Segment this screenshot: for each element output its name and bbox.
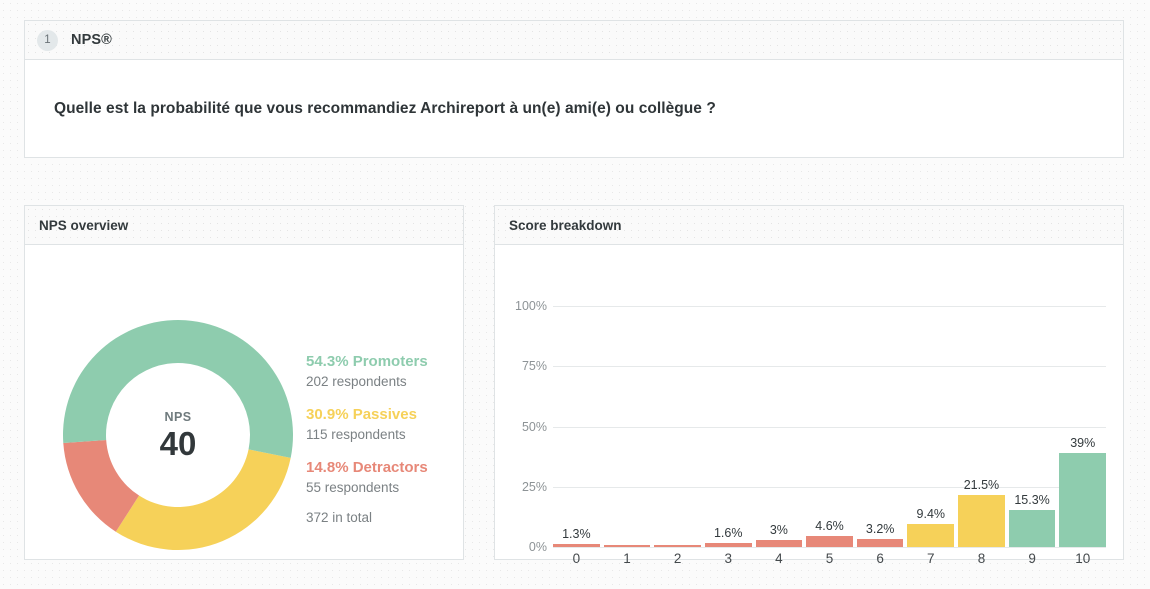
bar-column: 3%: [755, 306, 803, 547]
bar-score-10[interactable]: [1059, 453, 1107, 547]
bar-column: 9.4%: [907, 306, 955, 547]
x-axis: 0 1 2 3 4 5 6 7 8 9 10: [553, 551, 1106, 566]
bar-column: 39%: [1059, 306, 1107, 547]
y-axis: 0% 25% 50% 75% 100%: [503, 299, 547, 554]
bar-plot-area: 1.3% 1.6% 3% 4.6% 3.2% 9.4% 21.5% 15.3% 39%: [553, 306, 1107, 547]
bar-value-label: 3.2%: [865, 522, 895, 537]
bar-score-5[interactable]: [806, 535, 853, 547]
bar-score-6[interactable]: [856, 539, 904, 547]
legend-detractors-respondents: 55 respondents: [306, 479, 400, 495]
donut-slice-passives[interactable]: [115, 449, 291, 550]
y-axis-tick: 100%: [515, 299, 547, 313]
bar-column: 21.5%: [958, 306, 1005, 547]
legend-item-promoters: 54.3% Promoters 202 respondents: [306, 352, 456, 392]
question-number-badge: 1: [37, 29, 58, 51]
question-type-label: NPS®: [71, 32, 112, 48]
x-axis-tick: 2: [673, 551, 682, 566]
score-breakdown-body: 0% 25% 50% 75% 100% 1.3% 1.6% 3% 4.6% 3.2% 9.4% 21…: [495, 245, 1123, 566]
y-axis-tick: 0%: [528, 540, 547, 554]
nps-donut-svg: [63, 320, 293, 550]
nps-overview-title: NPS overview: [39, 217, 129, 233]
nps-overview-panel: NPS overview NPS 40 54.3% Promoters 202 …: [24, 205, 464, 560]
score-breakdown-panel: Score breakdown 0% 25% 50% 75% 100% 1.3% 1.6%…: [494, 205, 1124, 566]
bar-score-1[interactable]: [603, 545, 651, 547]
bar-column: 3.2%: [856, 306, 904, 547]
legend-passives-respondents: 115 respondents: [306, 427, 406, 443]
bar-score-9[interactable]: [1008, 510, 1056, 547]
bar-score-0[interactable]: [553, 543, 600, 547]
legend-promoters-title: 54.3% Promoters: [306, 353, 428, 370]
y-axis-tick: 50%: [521, 419, 547, 434]
y-axis-tick: 25%: [521, 479, 547, 494]
bar-score-7[interactable]: [907, 524, 955, 547]
bar-score-8[interactable]: [958, 495, 1005, 547]
x-axis-tick: 7: [927, 551, 935, 566]
x-axis-tick: 3: [724, 551, 732, 566]
bar-value-label: 15.3%: [1014, 493, 1050, 508]
nps-overview-body: NPS 40 54.3% Promoters 202 respondents 3…: [25, 245, 463, 559]
bar-column: 1.3%: [553, 306, 600, 547]
legend-total-respondents: 372 in total: [306, 510, 373, 526]
legend-passives-title: 30.9% Passives: [306, 405, 417, 423]
bar-column: [603, 306, 651, 547]
x-axis-tick: 6: [876, 551, 884, 566]
bar-column: [654, 306, 701, 547]
bar-score-2[interactable]: [654, 545, 701, 547]
donut-slice-promoters[interactable]: [63, 320, 293, 458]
score-breakdown-title: Score breakdown: [509, 217, 622, 233]
question-card: 1 NPS® Quelle est la probabilité que vou…: [24, 20, 1124, 158]
x-axis-tick: 9: [1028, 551, 1036, 566]
bar-value-label: 3%: [769, 522, 788, 537]
x-axis-tick: 0: [572, 551, 581, 566]
bar-value-label: 9.4%: [916, 507, 946, 522]
x-axis-tick: 4: [775, 551, 783, 566]
bar-value-label: 21.5%: [963, 478, 1000, 493]
x-axis-tick: 10: [1075, 551, 1091, 566]
legend-detractors-title: 14.8% Detractors: [306, 458, 428, 476]
x-axis-tick: 5: [825, 551, 834, 566]
question-card-header: 1 NPS®: [25, 21, 1123, 60]
bar-value-label: 39%: [1070, 436, 1096, 451]
bar-value-label: 1.6%: [713, 526, 743, 541]
bar-score-3[interactable]: [704, 543, 752, 547]
y-axis-tick: 75%: [521, 359, 547, 374]
nps-overview-header: NPS overview: [25, 206, 463, 245]
donut-slices: [63, 320, 293, 550]
x-axis-tick: 1: [623, 551, 631, 566]
gridline: [553, 547, 1106, 548]
score-breakdown-header: Score breakdown: [495, 206, 1123, 245]
nps-donut-chart: NPS 40: [63, 320, 293, 550]
question-text: Quelle est la probabilité que vous recom…: [54, 99, 716, 117]
bar-value-label: 1.3%: [562, 526, 591, 541]
bar-value-label: 4.6%: [815, 518, 844, 533]
bar-column: 15.3%: [1008, 306, 1056, 547]
score-breakdown-chart: 0% 25% 50% 75% 100% 1.3% 1.6% 3% 4.6% 3.2% 9.4% 21…: [495, 245, 1123, 566]
x-axis-tick: 8: [977, 551, 986, 566]
bar-column: 1.6%: [704, 306, 752, 547]
bar-score-4[interactable]: [755, 539, 803, 547]
question-card-body: Quelle est la probabilité que vous recom…: [25, 60, 1123, 157]
nps-legend: 54.3% Promoters 202 respondents 30.9% Pa…: [306, 352, 456, 525]
legend-promoters-respondents: 202 respondents: [306, 374, 407, 390]
bar-column: 4.6%: [806, 306, 853, 547]
legend-item-passives: 30.9% Passives 115 respondents: [306, 405, 456, 445]
legend-item-detractors: 14.8% Detractors 55 respondents: [306, 458, 456, 498]
